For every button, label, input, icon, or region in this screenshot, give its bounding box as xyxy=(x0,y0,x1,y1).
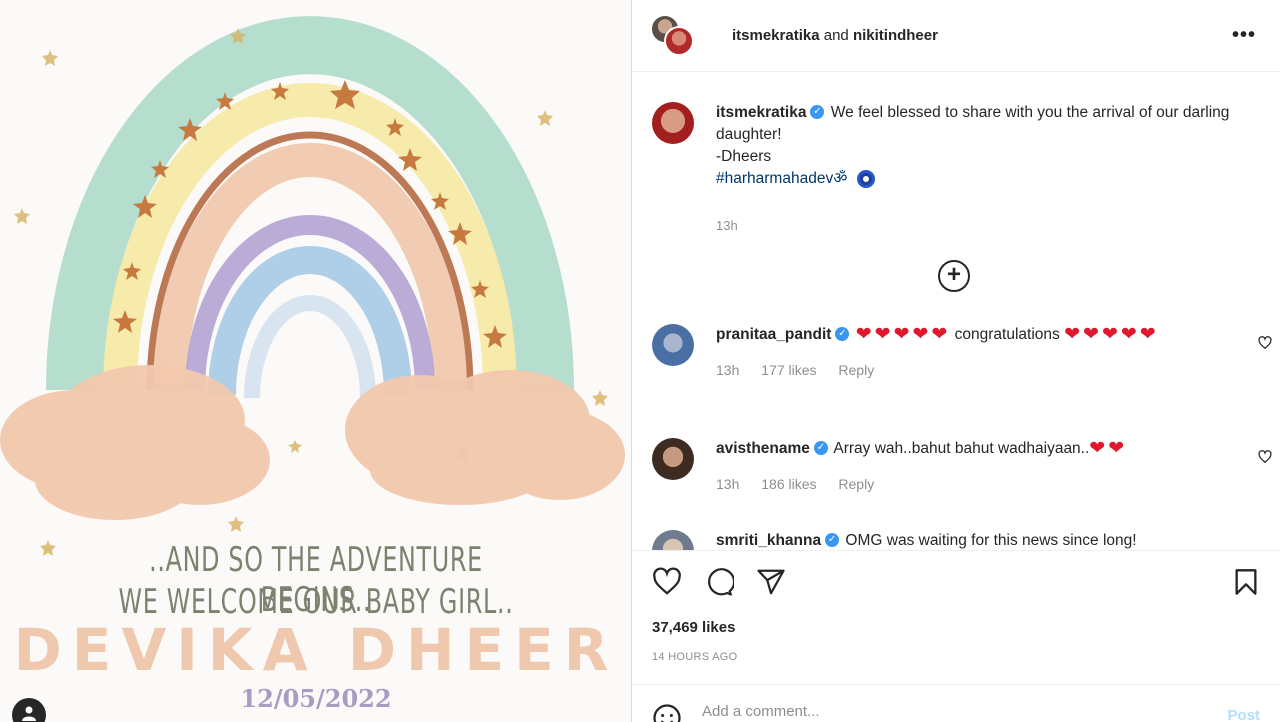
post-image[interactable]: ..AND SO THE ADVENTURE BEGINS.. WE WELCO… xyxy=(0,0,632,722)
comment-text: congratulations xyxy=(954,326,1060,343)
avatar xyxy=(664,25,694,56)
verified-badge-icon: ✓ xyxy=(810,104,825,119)
avatar[interactable] xyxy=(652,324,694,366)
collab-avatars[interactable] xyxy=(650,13,698,58)
more-options-button[interactable]: ••• xyxy=(1232,24,1256,47)
image-text-date: 12/05/2022 xyxy=(240,684,392,713)
post-comment-button[interactable]: Post xyxy=(1227,707,1260,722)
load-more-comments-button[interactable]: + xyxy=(938,260,970,292)
post-header: itsmekratika and nikitindheer ••• xyxy=(632,0,1280,72)
red-hearts-emoji-icon: ❤ ❤ ❤ ❤ ❤ xyxy=(855,324,948,345)
add-comment-input[interactable] xyxy=(702,703,1182,720)
reply-button[interactable]: Reply xyxy=(838,362,874,378)
post-timestamp[interactable]: 14 HOURS AGO xyxy=(652,651,738,663)
emoji-smiley-icon[interactable] xyxy=(652,703,682,722)
reply-button[interactable]: Reply xyxy=(838,476,874,492)
comment: smriti_khanna ✓ OMG was waiting for this … xyxy=(652,530,1272,550)
author-username-link[interactable]: itsmekratika xyxy=(732,27,820,44)
user-icon xyxy=(22,706,36,721)
image-text-baby-name: DEVIKA DHEER xyxy=(13,616,619,684)
nazar-amulet-emoji-icon xyxy=(857,169,876,188)
post-details-panel: itsmekratika and nikitindheer ••• itsmek… xyxy=(632,0,1280,722)
comment-timestamp[interactable]: 13h xyxy=(716,362,739,378)
red-hearts-emoji-icon: ❤ ❤ xyxy=(1089,438,1125,459)
post-actions: 37,469 likes 14 HOURS AGO xyxy=(632,550,1280,684)
comment-like-heart-icon[interactable] xyxy=(1258,336,1272,350)
avatar[interactable] xyxy=(652,102,694,144)
bookmark-save-icon[interactable] xyxy=(1232,567,1260,597)
avatar[interactable] xyxy=(652,438,694,480)
avatar[interactable] xyxy=(652,530,694,550)
comment-username-link[interactable]: smriti_khanna xyxy=(716,532,821,549)
caption-signoff: -Dheers xyxy=(716,148,772,165)
authors-conjunction: and xyxy=(823,27,849,44)
comment: pranitaa_pandit ✓ ❤ ❤ ❤ ❤ ❤ congratulations ❤… xyxy=(652,324,1272,378)
add-comment-bar: Post xyxy=(632,684,1280,722)
comment-text: Array wah..bahut bahut wadhaiyaan.. xyxy=(833,440,1090,457)
likes-count-link[interactable]: 37,469 likes xyxy=(652,619,735,636)
like-heart-icon[interactable] xyxy=(652,567,682,597)
comment-like-heart-icon[interactable] xyxy=(1258,450,1272,464)
caption: itsmekratika ✓ We feel blessed to share w… xyxy=(652,102,1262,233)
comment: avisthename ✓ Array wah..bahut bahut wadh… xyxy=(652,438,1272,492)
comment-text: OMG was waiting for this news since long… xyxy=(845,532,1137,549)
caption-timestamp[interactable]: 13h xyxy=(716,218,1262,233)
verified-badge-icon: ✓ xyxy=(835,326,850,341)
comment-timestamp[interactable]: 13h xyxy=(716,476,739,492)
comment-bubble-icon[interactable] xyxy=(704,567,734,597)
comment-username-link[interactable]: avisthename xyxy=(716,440,810,457)
comments-list[interactable]: itsmekratika ✓ We feel blessed to share w… xyxy=(632,72,1280,550)
post-authors: itsmekratika and nikitindheer xyxy=(732,27,938,44)
caption-username-link[interactable]: itsmekratika xyxy=(716,104,806,121)
hashtag-link[interactable]: #harharmahadevॐ xyxy=(716,170,847,187)
coauthor-username-link[interactable]: nikitindheer xyxy=(853,27,938,44)
share-send-icon[interactable] xyxy=(756,567,786,597)
verified-badge-icon: ✓ xyxy=(813,440,828,455)
verified-badge-icon: ✓ xyxy=(825,532,840,547)
comment-username-link[interactable]: pranitaa_pandit xyxy=(716,326,831,343)
comment-likes-link[interactable]: 177 likes xyxy=(761,362,816,378)
red-hearts-emoji-icon: ❤ ❤ ❤ ❤ ❤ xyxy=(1064,324,1156,345)
comment-likes-link[interactable]: 186 likes xyxy=(761,476,816,492)
